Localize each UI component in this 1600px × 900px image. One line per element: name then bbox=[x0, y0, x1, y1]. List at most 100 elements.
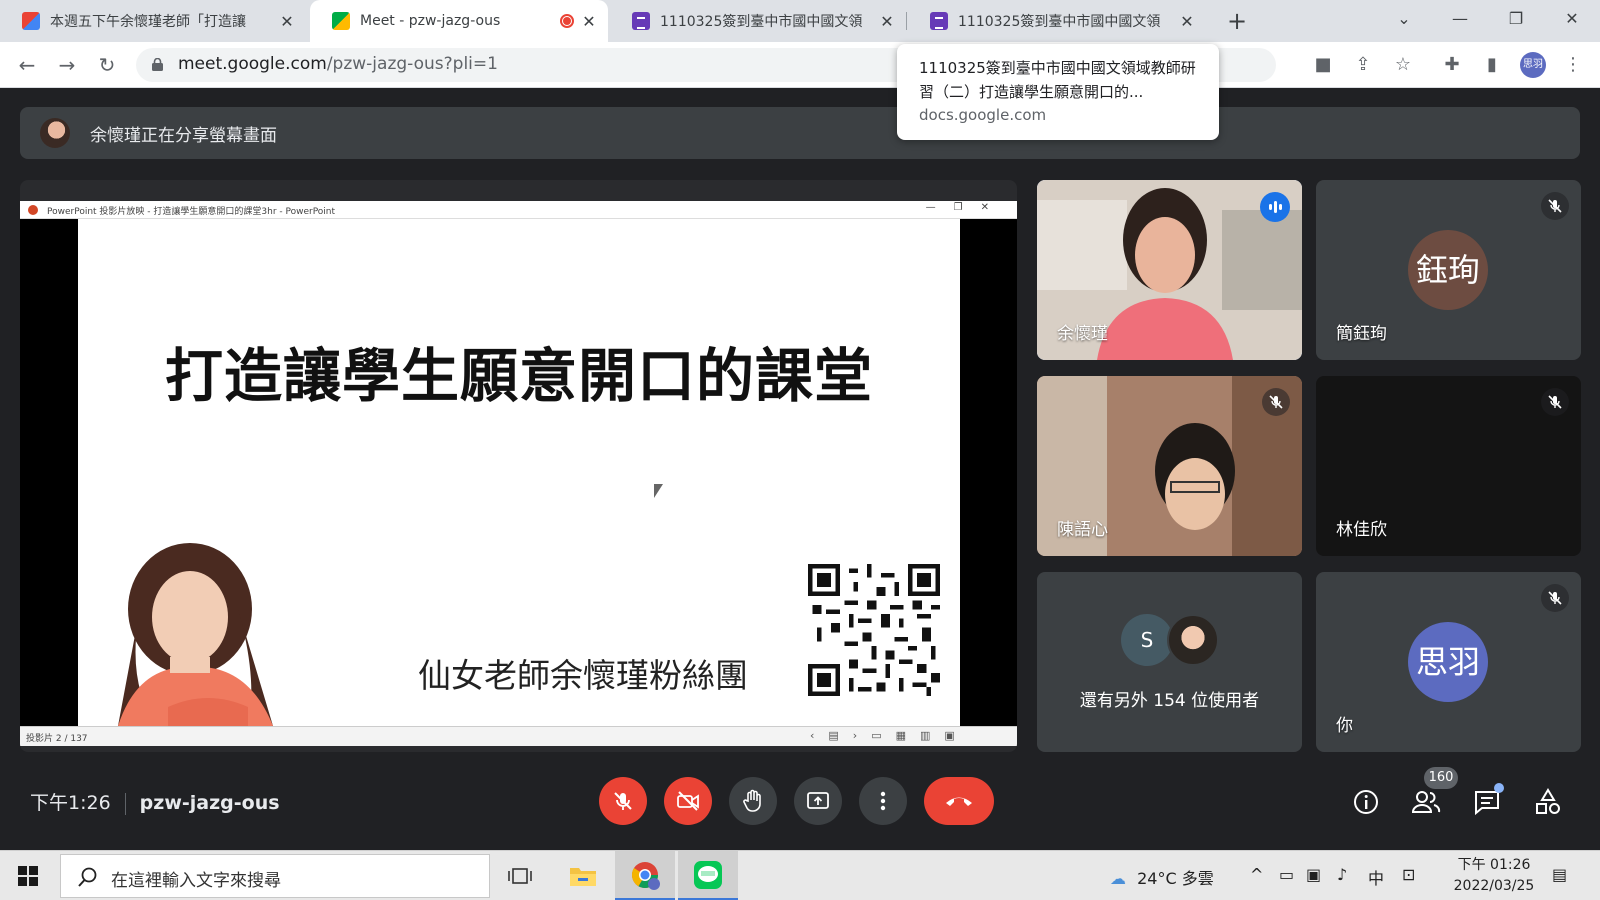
presentation-panel[interactable]: PowerPoint 投影片放映 - 打造讓學生願意開口的課堂3hr - Pow… bbox=[20, 180, 1017, 752]
participant-tile[interactable]: 陳語心 bbox=[1037, 376, 1302, 556]
mouse-cursor-icon bbox=[654, 484, 663, 498]
self-tile[interactable]: 思羽 你 bbox=[1316, 572, 1581, 752]
volume-icon[interactable]: ♪ bbox=[1337, 865, 1347, 884]
window-controls: ⌄ — ❐ ✕ bbox=[1376, 0, 1600, 42]
side-panel-icon[interactable]: ▮ bbox=[1477, 50, 1507, 80]
search-icon bbox=[78, 867, 97, 887]
mic-off-icon bbox=[614, 792, 632, 810]
muted-mic-icon bbox=[1541, 192, 1569, 220]
muted-mic-icon bbox=[1541, 388, 1569, 416]
tab-search-icon[interactable]: ⌄ bbox=[1376, 0, 1432, 42]
reload-icon[interactable]: ↻ bbox=[92, 50, 122, 80]
tab-forms-1[interactable]: 1110325簽到臺中市國中國文領 ✕ bbox=[610, 0, 906, 42]
slide-view-controls[interactable]: ‹▤›▭▦▥▣ bbox=[810, 729, 969, 742]
slide: 打造讓學生願意開口的課堂 仙女老師余懷瑾粉絲團 bbox=[78, 219, 960, 726]
hand-icon bbox=[743, 789, 761, 812]
close-icon[interactable]: ✕ bbox=[278, 12, 296, 31]
close-window-icon[interactable]: ✕ bbox=[1544, 0, 1600, 42]
other-participants-tile[interactable]: S 還有另外 154 位使用者 bbox=[1037, 572, 1302, 752]
tooltip-title: 1110325簽到臺中市國中國文領域教師研習（二）打造讓學生願意開口的... bbox=[919, 59, 1196, 101]
avatar bbox=[1167, 614, 1219, 666]
slide-subtitle: 仙女老師余懷瑾粉絲團 bbox=[418, 656, 748, 695]
share-banner-text: 余懷瑾正在分享螢幕畫面 bbox=[90, 126, 277, 146]
slide-stage: 打造讓學生願意開口的課堂 仙女老師余懷瑾粉絲團 bbox=[20, 219, 1017, 726]
muted-mic-icon bbox=[1262, 388, 1290, 416]
share-icon[interactable]: ⇪ bbox=[1348, 50, 1378, 80]
windows-start-icon[interactable] bbox=[18, 866, 38, 886]
menu-icon[interactable]: ⋮ bbox=[1558, 50, 1588, 80]
notification-icon[interactable]: ▤ bbox=[1552, 865, 1567, 884]
activities-icon bbox=[1536, 788, 1560, 814]
camera-icon[interactable]: ■ bbox=[1308, 50, 1338, 80]
restore-icon[interactable]: ❐ bbox=[1488, 0, 1544, 42]
url-host: meet.google.com bbox=[178, 54, 327, 74]
tooltip-domain: docs.google.com bbox=[919, 106, 1047, 124]
cloud-icon: ☁ bbox=[1110, 869, 1126, 888]
participant-tile-speaker[interactable]: 余懷瑾 bbox=[1037, 180, 1302, 360]
screen-share-banner: 余懷瑾正在分享螢幕畫面 bbox=[20, 107, 1580, 159]
file-explorer-icon[interactable] bbox=[553, 851, 613, 900]
info-icon bbox=[1354, 790, 1378, 814]
show-hidden-icons[interactable]: ^ bbox=[1250, 865, 1263, 884]
people-button[interactable] bbox=[1410, 786, 1442, 818]
ime-mode-icon[interactable]: ⊡ bbox=[1402, 865, 1415, 884]
participant-name: 簡鈺珣 bbox=[1336, 324, 1387, 344]
forward-icon[interactable]: → bbox=[52, 50, 82, 80]
close-icon[interactable]: ✕ bbox=[878, 12, 896, 31]
weather-widget[interactable]: ☁ 24°C 多雲 bbox=[1110, 865, 1214, 889]
meeting-info: 下午1:26 pzw-jazg-ous bbox=[30, 788, 280, 815]
new-tab-button[interactable]: + bbox=[1222, 6, 1252, 36]
more-options-button[interactable] bbox=[859, 777, 907, 825]
chrome-taskbar-icon[interactable] bbox=[615, 851, 675, 900]
tab-gmail[interactable]: 本週五下午余懷瑾老師「打造讓 ✕ bbox=[0, 0, 306, 42]
other-participants-text: 還有另外 154 位使用者 bbox=[1079, 691, 1260, 711]
meeting-time: 下午1:26 bbox=[30, 792, 111, 814]
tab-title: Meet - pzw-jazg-ous bbox=[360, 13, 501, 29]
avatar: 思羽 bbox=[1408, 622, 1488, 702]
back-icon[interactable]: ← bbox=[12, 50, 42, 80]
network-icon[interactable]: ▣ bbox=[1306, 865, 1321, 884]
participant-tile[interactable]: 鈺珣 簡鈺珣 bbox=[1316, 180, 1581, 360]
participant-name: 你 bbox=[1336, 716, 1353, 736]
ppt-status-bar: 投影片 2 / 137 ‹▤›▭▦▥▣ bbox=[20, 726, 1017, 746]
presenter-avatar bbox=[40, 118, 70, 148]
browser-toolbar: ← → ↻ meet.google.com/pzw-jazg-ous?pli=1… bbox=[0, 42, 1600, 88]
task-view-icon[interactable] bbox=[490, 851, 550, 900]
activities-button[interactable] bbox=[1532, 786, 1564, 818]
ppt-window-titlebar: PowerPoint 投影片放映 - 打造讓學生願意開口的課堂3hr - Pow… bbox=[20, 201, 1017, 219]
clock-date: 2022/03/25 bbox=[1453, 878, 1535, 894]
extensions-icon[interactable]: ✚ bbox=[1437, 50, 1467, 80]
avatar: S bbox=[1121, 614, 1173, 666]
participant-tile[interactable]: 林佳欣 bbox=[1316, 376, 1581, 556]
close-icon[interactable]: ✕ bbox=[1178, 12, 1196, 31]
meeting-details-button[interactable] bbox=[1350, 786, 1382, 818]
bookmark-star-icon[interactable]: ☆ bbox=[1388, 50, 1418, 80]
tab-divider bbox=[906, 12, 907, 30]
leave-call-button[interactable] bbox=[924, 777, 994, 825]
mic-toggle-button[interactable] bbox=[599, 777, 647, 825]
present-button[interactable] bbox=[794, 777, 842, 825]
profile-avatar[interactable]: 思羽 bbox=[1520, 52, 1546, 78]
minimize-icon[interactable]: — bbox=[1432, 0, 1488, 42]
taskbar-search[interactable]: 在這裡輸入文字來搜尋 bbox=[60, 854, 490, 898]
present-screen-icon bbox=[807, 792, 829, 809]
more-vert-icon bbox=[880, 791, 886, 811]
windows-taskbar: 在這裡輸入文字來搜尋 ☁ 24°C 多雲 ^ ▭ ▣ ♪ 中 ⊡ 下午 01:2… bbox=[0, 850, 1600, 900]
battery-icon[interactable]: ▭ bbox=[1279, 865, 1294, 884]
close-icon[interactable]: ✕ bbox=[580, 12, 598, 31]
meet-icon bbox=[332, 12, 350, 30]
tab-forms-2[interactable]: 1110325簽到臺中市國中國文領 ✕ bbox=[908, 0, 1206, 42]
presenter-photo bbox=[98, 539, 298, 726]
tab-title: 1110325簽到臺中市國中國文領 bbox=[958, 14, 1161, 30]
ime-indicator[interactable]: 中 bbox=[1368, 865, 1384, 889]
raise-hand-button[interactable] bbox=[729, 777, 777, 825]
system-clock[interactable]: 下午 01:26 2022/03/25 bbox=[1444, 855, 1544, 897]
url-text: meet.google.com/pzw-jazg-ous?pli=1 bbox=[178, 54, 498, 74]
line-app-icon[interactable] bbox=[678, 851, 738, 900]
gmail-icon bbox=[22, 12, 40, 30]
browser-tab-strip: 本週五下午余懷瑾老師「打造讓 ✕ Meet - pzw-jazg-ous ✕ 1… bbox=[0, 0, 1600, 42]
camera-toggle-button[interactable] bbox=[664, 777, 712, 825]
ppt-window-controls: —❐✕ bbox=[925, 202, 1007, 213]
tab-meet[interactable]: Meet - pzw-jazg-ous ✕ bbox=[310, 0, 608, 42]
weather-text: 24°C 多雲 bbox=[1137, 869, 1214, 888]
